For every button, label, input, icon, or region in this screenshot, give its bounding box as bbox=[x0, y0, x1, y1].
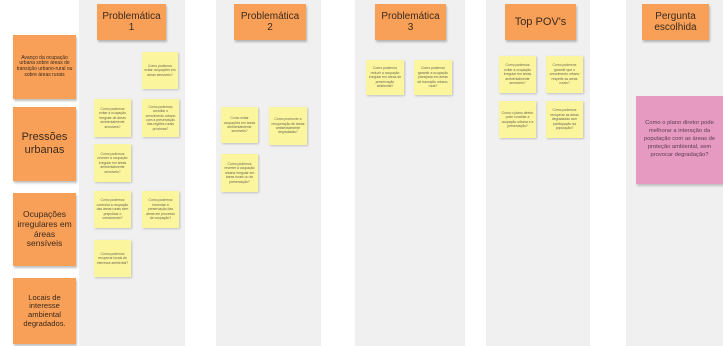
sticky-note[interactable]: Como podemos reverter a ocupação irregul… bbox=[94, 144, 131, 182]
column-top-pov bbox=[486, 0, 590, 346]
sticky-note[interactable]: Como o plano diretor pode conciliar a oc… bbox=[499, 101, 536, 138]
header-problematica-2[interactable]: Problemática 2 bbox=[234, 4, 306, 40]
side-label-pressoes-urbanas[interactable]: Pressões urbanas bbox=[13, 107, 76, 181]
column-problematica-3 bbox=[355, 0, 465, 346]
sticky-note[interactable]: Como podemos garantir que o crescimento … bbox=[546, 56, 583, 93]
sticky-note[interactable]: Como promover a recuperação de áreas amb… bbox=[269, 107, 307, 145]
sticky-note[interactable]: Como podemos recuperar as áreas degradad… bbox=[546, 101, 583, 138]
sticky-note[interactable]: Como podemos evitar a ocupação irregular… bbox=[94, 99, 131, 137]
header-problematica-3[interactable]: Problemática 3 bbox=[375, 4, 446, 40]
sticky-note[interactable]: Como evitar ocupações em áreas ambiental… bbox=[221, 107, 258, 143]
sticky-note[interactable]: Como podemos evitar ocupações em áreas s… bbox=[142, 52, 178, 89]
header-pergunta-escolhida[interactable]: Pergunta escolhida bbox=[642, 4, 709, 40]
sticky-note[interactable]: Como podemos reduzir a ocupação irregula… bbox=[366, 60, 404, 95]
sticky-note[interactable]: Como podemos evitar a ocupação irregular… bbox=[499, 56, 536, 93]
sticky-note[interactable]: Como podemos controlar a ocupação das ár… bbox=[94, 191, 131, 228]
sticky-note[interactable]: Como podemos reverter a ocupação urbana … bbox=[221, 154, 258, 192]
chosen-question-note[interactable]: Como o plano diretor pode melhorar a int… bbox=[636, 96, 723, 184]
header-top-pov[interactable]: Top POV's bbox=[505, 4, 576, 40]
sticky-note[interactable]: Como podemos garantir a ocupação planeja… bbox=[414, 60, 452, 95]
side-label-locais-degradados[interactable]: Locais de interesse ambiental degradados… bbox=[13, 278, 76, 344]
header-problematica-1[interactable]: Problemática 1 bbox=[97, 4, 166, 40]
side-label-ocupacoes-irregulares[interactable]: Ocupações irregulares em áreas sensíveis bbox=[13, 193, 76, 266]
sticky-note[interactable]: Como podemos fomentar a preservação das … bbox=[142, 191, 179, 228]
sticky-note[interactable]: Como podemos recuperar locais de interes… bbox=[94, 240, 131, 277]
side-label-avanco-ocupacao[interactable]: Avanço da ocupação urbana sobre áreas de… bbox=[13, 35, 76, 99]
sticky-note[interactable]: Como podemos conciliar o crescimento urb… bbox=[142, 99, 179, 137]
